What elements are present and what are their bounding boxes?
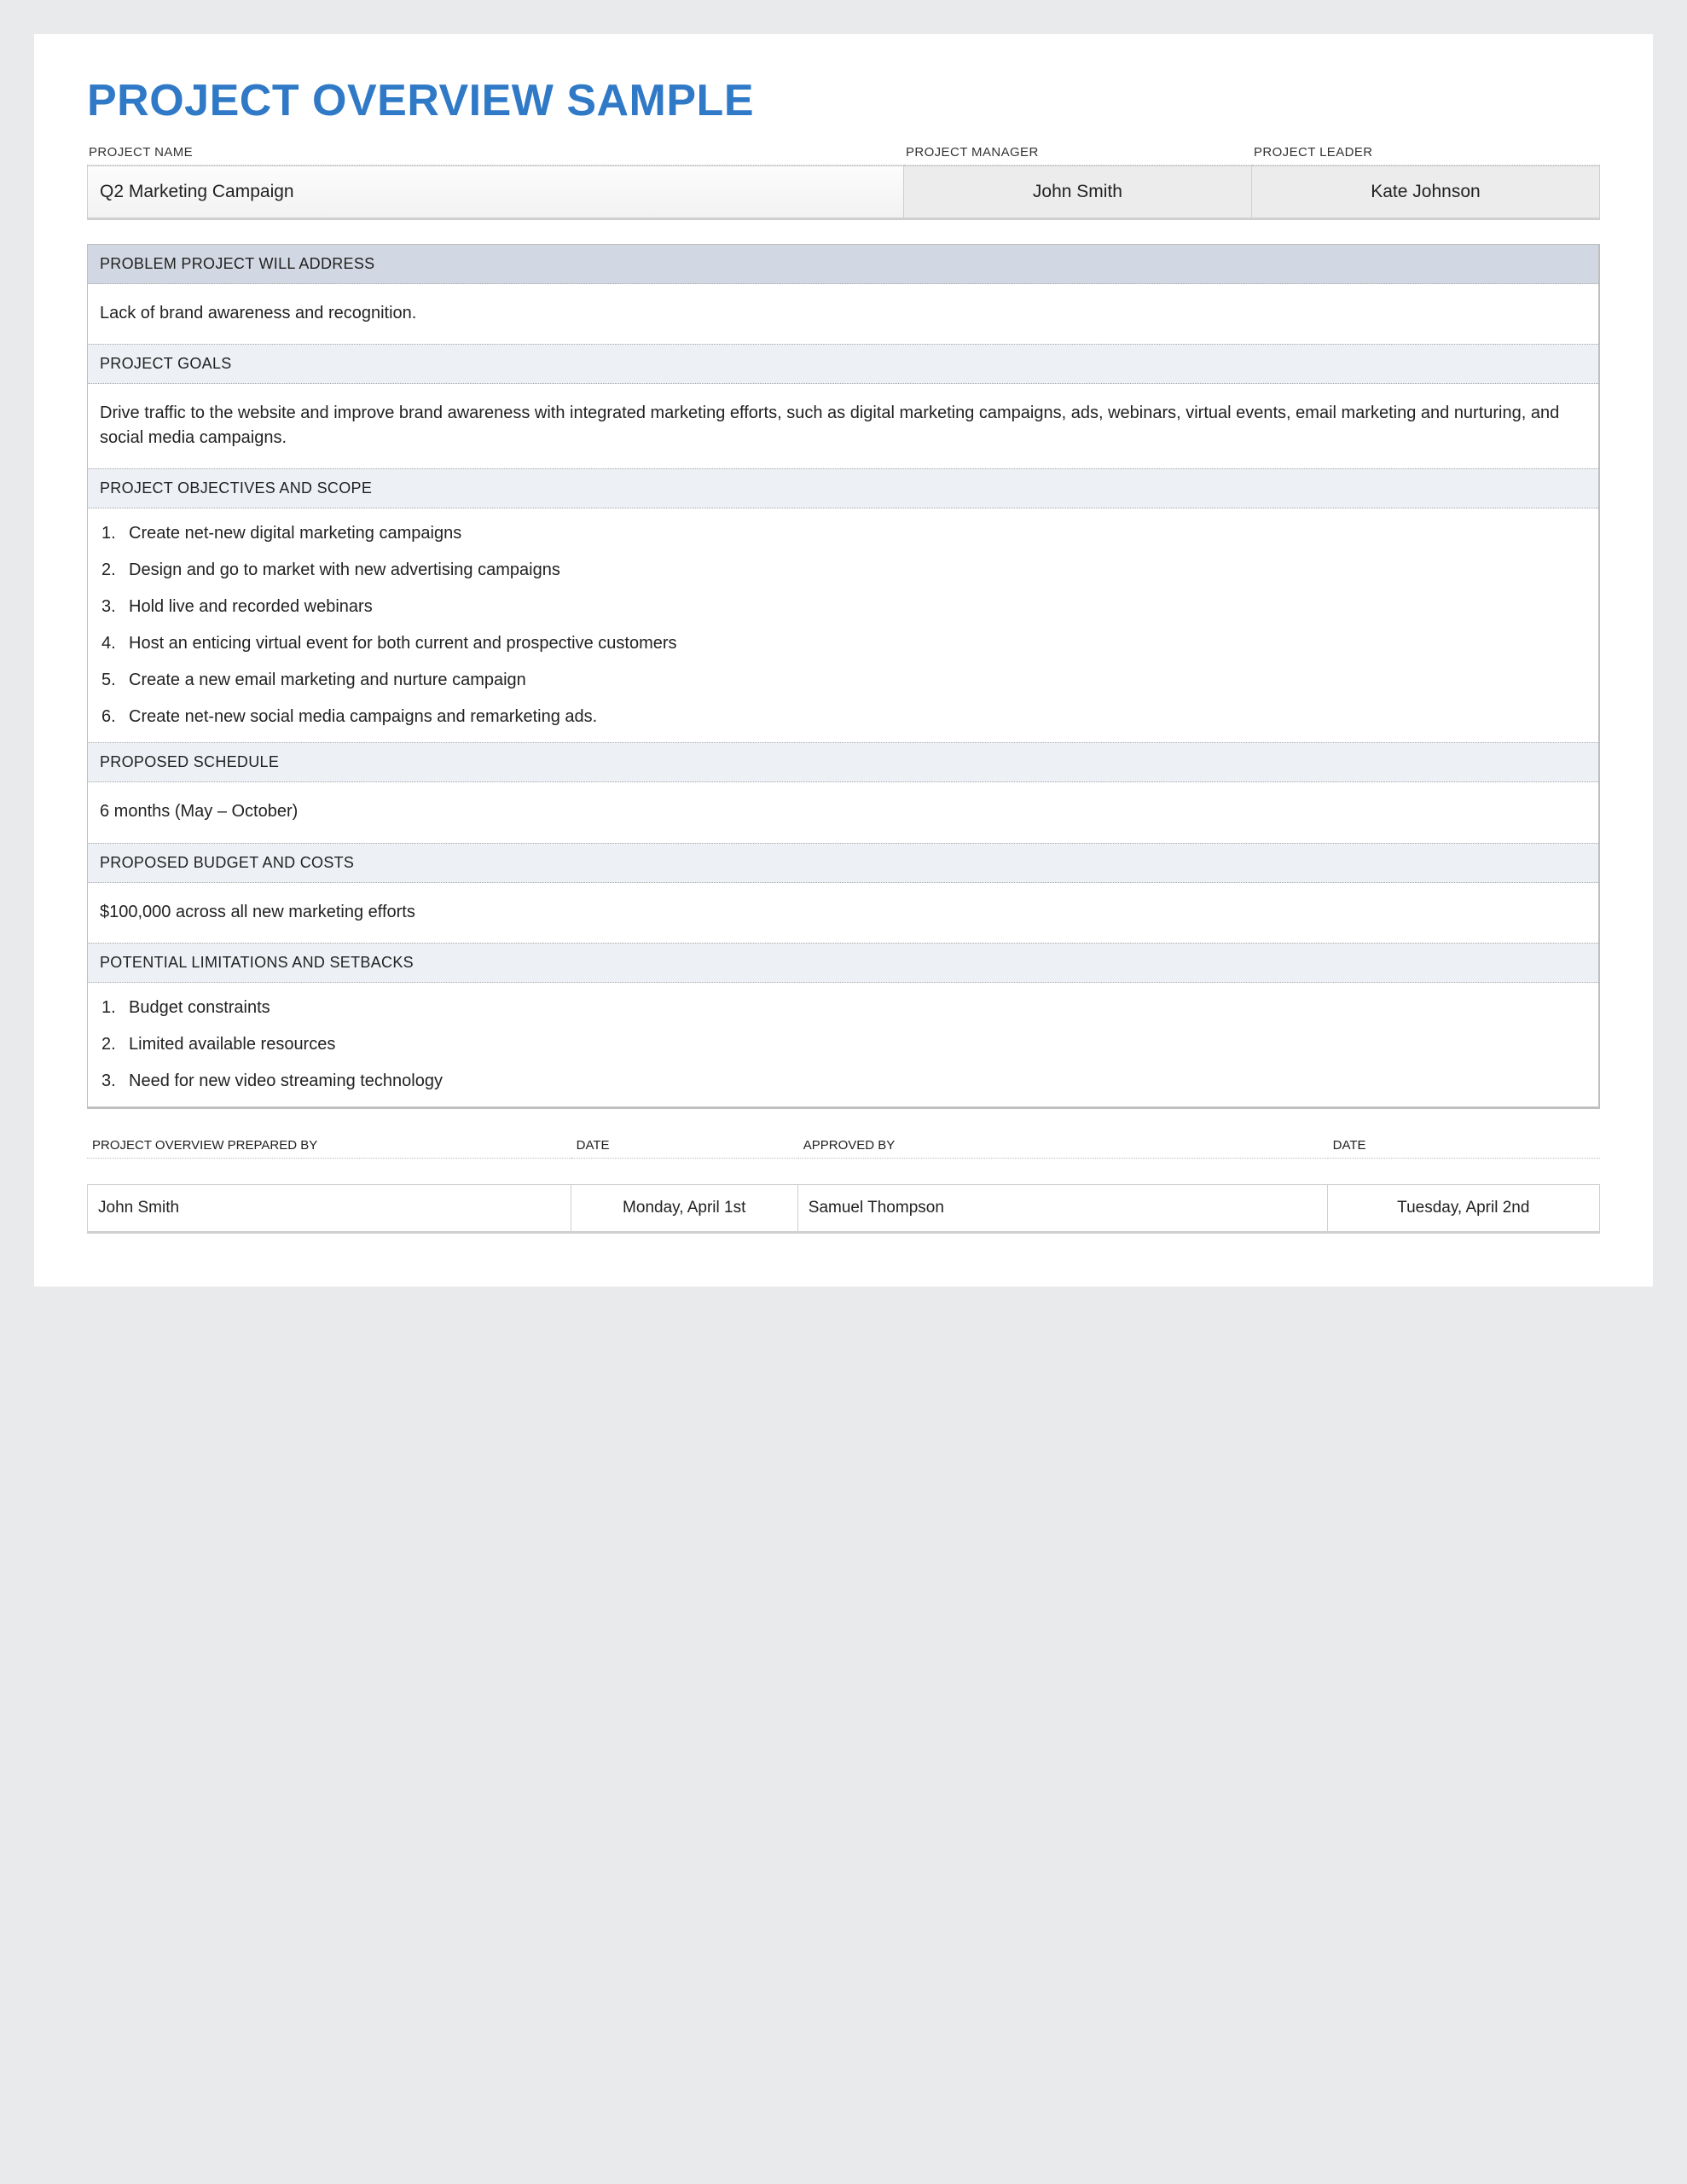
project-name-label: PROJECT NAME (87, 142, 904, 166)
list-item: Need for new video streaming technology (88, 1063, 1598, 1100)
footer-values: John Smith Monday, April 1st Samuel Thom… (87, 1184, 1600, 1234)
list-item: Budget constraints (88, 990, 1598, 1026)
prepared-by-value: John Smith (87, 1184, 571, 1234)
project-manager-value: John Smith (904, 166, 1252, 220)
schedule-header: PROPOSED SCHEDULE (88, 742, 1598, 782)
project-header-labels: PROJECT NAME PROJECT MANAGER PROJECT LEA… (87, 142, 1600, 166)
document-page: PROJECT OVERVIEW SAMPLE PROJECT NAME PRO… (34, 34, 1653, 1287)
goals-body: Drive traffic to the website and improve… (88, 384, 1598, 468)
budget-body: $100,000 across all new marketing effort… (88, 883, 1598, 943)
list-item: Create net-new social media campaigns an… (88, 699, 1598, 735)
schedule-body: 6 months (May – October) (88, 782, 1598, 842)
list-item: Create a new email marketing and nurture… (88, 662, 1598, 699)
problem-body: Lack of brand awareness and recognition. (88, 284, 1598, 344)
sections-block: PROBLEM PROJECT WILL ADDRESS Lack of bra… (87, 244, 1600, 1109)
objectives-list: Create net-new digital marketing campaig… (88, 508, 1598, 742)
project-manager-label: PROJECT MANAGER (904, 142, 1252, 166)
approved-date-value: Tuesday, April 2nd (1328, 1184, 1600, 1234)
approved-date-label: DATE (1328, 1135, 1600, 1159)
problem-header: PROBLEM PROJECT WILL ADDRESS (88, 245, 1598, 284)
list-item: Hold live and recorded webinars (88, 589, 1598, 625)
prepared-by-label: PROJECT OVERVIEW PREPARED BY (87, 1135, 571, 1159)
budget-header: PROPOSED BUDGET AND COSTS (88, 843, 1598, 883)
list-item: Design and go to market with new adverti… (88, 552, 1598, 589)
prepared-date-label: DATE (571, 1135, 798, 1159)
prepared-date-value: Monday, April 1st (571, 1184, 798, 1234)
project-header-values: Q2 Marketing Campaign John Smith Kate Jo… (87, 166, 1600, 220)
list-item: Limited available resources (88, 1026, 1598, 1063)
limitations-list: Budget constraints Limited available res… (88, 983, 1598, 1107)
project-leader-value: Kate Johnson (1252, 166, 1600, 220)
project-name-value: Q2 Marketing Campaign (87, 166, 904, 220)
page-title: PROJECT OVERVIEW SAMPLE (87, 75, 1600, 126)
list-item: Create net-new digital marketing campaig… (88, 515, 1598, 552)
objectives-header: PROJECT OBJECTIVES AND SCOPE (88, 468, 1598, 508)
footer-labels: PROJECT OVERVIEW PREPARED BY DATE APPROV… (87, 1135, 1600, 1159)
project-leader-label: PROJECT LEADER (1252, 142, 1600, 166)
limitations-header: POTENTIAL LIMITATIONS AND SETBACKS (88, 943, 1598, 983)
goals-header: PROJECT GOALS (88, 344, 1598, 384)
approved-by-label: APPROVED BY (798, 1135, 1328, 1159)
approved-by-value: Samuel Thompson (798, 1184, 1328, 1234)
list-item: Host an enticing virtual event for both … (88, 625, 1598, 662)
